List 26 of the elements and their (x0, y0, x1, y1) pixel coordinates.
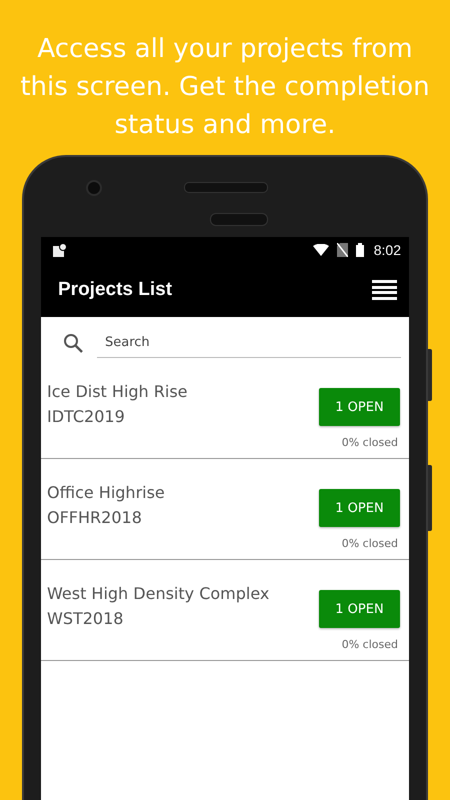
closed-percent: 0% closed (342, 537, 398, 550)
headline: Access all your projects from this screen. Get the completion status and more. (19, 33, 431, 142)
search-icon (63, 332, 83, 352)
app-bar-title: Projects List (58, 278, 172, 300)
sensor (210, 213, 268, 226)
no-sim-icon (336, 242, 348, 256)
battery-icon (356, 242, 364, 256)
project-row[interactable]: Ice Dist High Rise IDTC2019 1 OPEN 0% closed (41, 358, 409, 459)
wifi-icon (312, 244, 329, 256)
camera-icon (86, 180, 102, 196)
open-items-button[interactable]: 1 OPEN (319, 590, 400, 628)
project-name: Office Highrise (47, 483, 165, 502)
open-items-button[interactable]: 1 OPEN (319, 489, 400, 527)
project-row[interactable]: Office Highrise OFFHR2018 1 OPEN 0% closed (41, 459, 409, 560)
project-name: West High Density Complex (47, 584, 270, 603)
clock-time: 8:02 (374, 242, 401, 258)
open-items-button[interactable]: 1 OPEN (319, 388, 400, 426)
project-code: OFFHR2018 (47, 508, 143, 527)
menu-icon (372, 280, 397, 300)
project-code: WST2018 (47, 609, 124, 628)
closed-percent: 0% closed (342, 436, 398, 449)
project-row[interactable]: West High Density Complex WST2018 1 OPEN 0% closed (41, 560, 409, 661)
project-name: Ice Dist High Rise (47, 382, 188, 401)
closed-percent: 0% closed (342, 638, 398, 651)
project-code: IDTC2019 (47, 407, 126, 426)
menu-button[interactable] (372, 280, 397, 300)
